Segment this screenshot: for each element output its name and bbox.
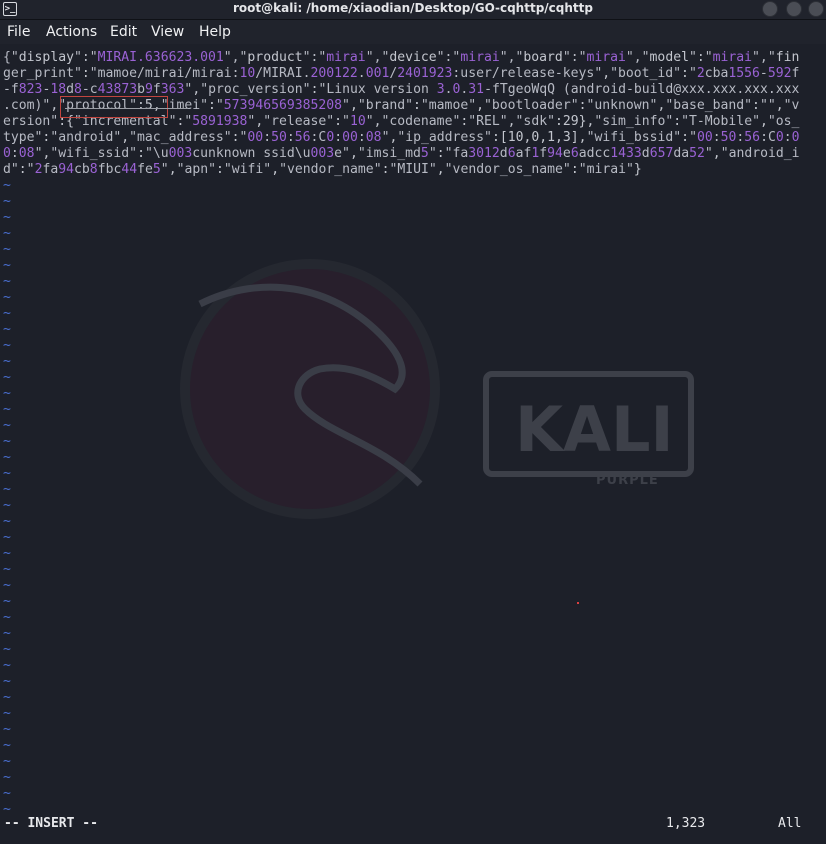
menu-edit[interactable]: Edit xyxy=(110,24,137,40)
vim-status-line: -- INSERT -- 1,323 All xyxy=(0,814,826,834)
empty-line-tilde: ~ xyxy=(3,706,11,721)
empty-line-tilde: ~ xyxy=(3,322,11,337)
empty-line-tilde: ~ xyxy=(3,658,11,673)
empty-line-tilde: ~ xyxy=(3,530,11,545)
menu-help[interactable]: Help xyxy=(199,24,231,40)
menu-file[interactable]: File xyxy=(7,24,30,40)
empty-line-tilde: ~ xyxy=(3,242,11,257)
empty-line-tilde: ~ xyxy=(3,770,11,785)
empty-line-tilde: ~ xyxy=(3,226,11,241)
close-button[interactable] xyxy=(808,1,824,17)
empty-line-tilde: ~ xyxy=(3,594,11,609)
empty-line-tilde: ~ xyxy=(3,482,11,497)
minimize-button[interactable] xyxy=(762,1,778,17)
empty-line-tilde: ~ xyxy=(3,386,11,401)
buffer-line: type":"android","mac_address":"00:50:56:… xyxy=(3,130,800,145)
empty-line-tilde: ~ xyxy=(3,354,11,369)
empty-line-tilde: ~ xyxy=(3,722,11,737)
empty-line-tilde: ~ xyxy=(3,754,11,769)
empty-line-tilde: ~ xyxy=(3,498,11,513)
empty-line-tilde: ~ xyxy=(3,738,11,753)
empty-line-tilde: ~ xyxy=(3,546,11,561)
buffer-line: 0:08","wifi_ssid":"\u003cunknown ssid\u0… xyxy=(3,146,800,161)
empty-line-tilde: ~ xyxy=(3,626,11,641)
buffer-line: {"display":"MIRAI.636623.001","product":… xyxy=(3,50,800,65)
empty-line-tilde: ~ xyxy=(3,690,11,705)
empty-line-tilde: ~ xyxy=(3,418,11,433)
empty-line-tilde: ~ xyxy=(3,786,11,801)
menu-bar: File Actions Edit View Help xyxy=(0,20,826,44)
empty-line-tilde: ~ xyxy=(3,402,11,417)
empty-line-tilde: ~ xyxy=(3,210,11,225)
menu-view[interactable]: View xyxy=(151,24,184,40)
empty-line-tilde: ~ xyxy=(3,450,11,465)
terminal-area[interactable]: KALI PURPLE {"display":"MIRAI.636623.001… xyxy=(0,44,826,844)
editor-buffer[interactable]: {"display":"MIRAI.636623.001","product":… xyxy=(3,50,823,818)
empty-line-tilde: ~ xyxy=(3,178,11,193)
empty-line-tilde: ~ xyxy=(3,338,11,353)
empty-line-tilde: ~ xyxy=(3,466,11,481)
empty-line-tilde: ~ xyxy=(3,258,11,273)
empty-line-tilde: ~ xyxy=(3,674,11,689)
empty-line-tilde: ~ xyxy=(3,578,11,593)
buffer-line: ger_print":"mamoe/mirai/mirai:10/MIRAI.2… xyxy=(3,66,800,81)
strikethrough-line xyxy=(65,108,187,109)
buffer-line: d":"2fa94cb8fbc44fe5","apn":"wifi","vend… xyxy=(3,162,642,177)
empty-line-tilde: ~ xyxy=(3,642,11,657)
empty-line-tilde: ~ xyxy=(3,306,11,321)
cursor-position: 1,323 xyxy=(666,816,706,831)
menu-actions[interactable]: Actions xyxy=(46,24,97,40)
protocol-highlight-box xyxy=(60,96,168,118)
empty-line-tilde: ~ xyxy=(3,370,11,385)
mode-indicator: -- INSERT -- xyxy=(4,816,98,831)
scroll-position: All xyxy=(778,816,802,831)
title-bar: >_ root@kali: /home/xiaodian/Desktop/GO-… xyxy=(0,0,826,20)
empty-line-tilde: ~ xyxy=(3,610,11,625)
cursor-dot xyxy=(577,602,579,604)
window-title: root@kali: /home/xiaodian/Desktop/GO-cqh… xyxy=(233,1,593,15)
maximize-button[interactable] xyxy=(786,1,802,17)
empty-line-tilde: ~ xyxy=(3,290,11,305)
empty-line-tilde: ~ xyxy=(3,194,11,209)
empty-line-tilde: ~ xyxy=(3,274,11,289)
empty-line-tilde: ~ xyxy=(3,434,11,449)
empty-line-tilde: ~ xyxy=(3,562,11,577)
empty-line-tilde: ~ xyxy=(3,514,11,529)
